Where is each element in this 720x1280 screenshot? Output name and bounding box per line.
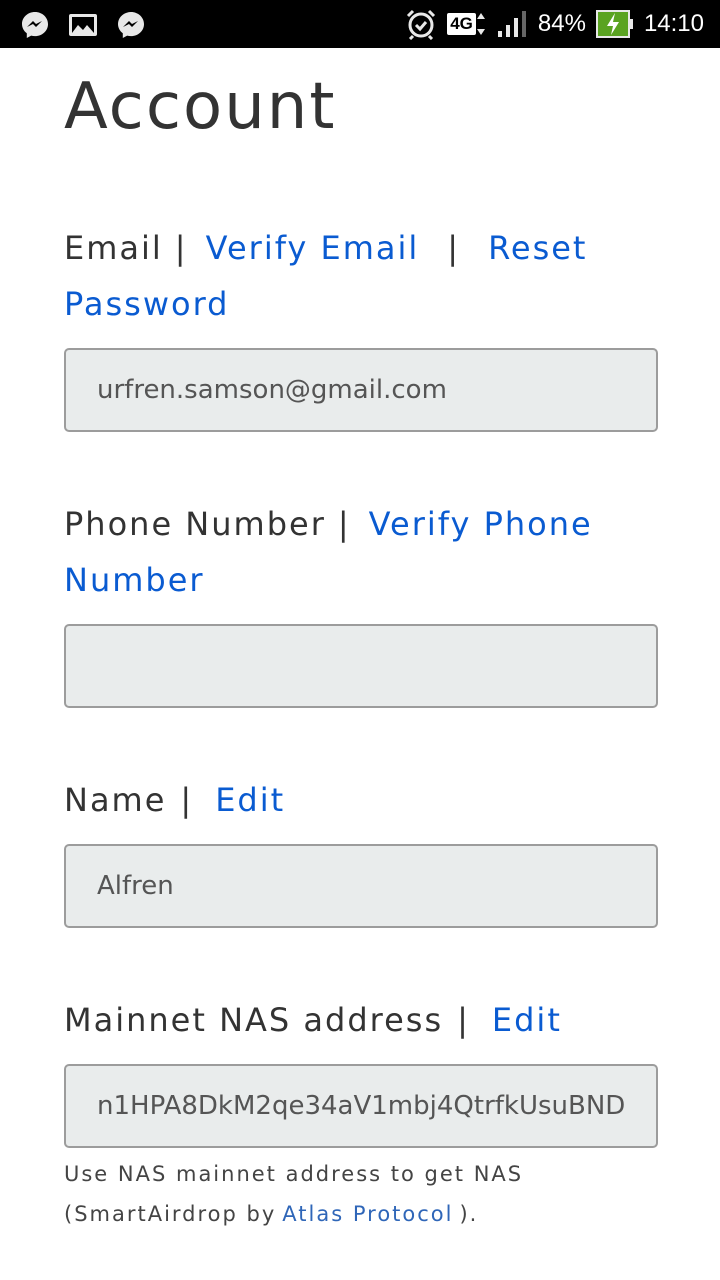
email-label: Email bbox=[64, 229, 163, 267]
help-text-line: Use NAS mainnet address to get NAS bbox=[64, 1162, 524, 1186]
status-bar: 4G 84% 14:10 bbox=[0, 0, 720, 48]
phone-input[interactable] bbox=[66, 626, 657, 706]
phone-label: Phone Number bbox=[64, 505, 326, 543]
signal-icon bbox=[496, 9, 528, 39]
messenger-icon bbox=[116, 10, 146, 40]
phone-label-row: Phone Number | Verify Phone Number bbox=[64, 496, 593, 608]
name-input[interactable] bbox=[66, 846, 657, 926]
nas-address-input[interactable] bbox=[66, 1066, 657, 1146]
nas-address-field[interactable] bbox=[64, 1064, 658, 1148]
help-text-prefix: (SmartAirdrop by bbox=[64, 1202, 277, 1226]
separator: | bbox=[447, 229, 461, 267]
battery-charging-icon bbox=[595, 10, 634, 38]
alarm-icon bbox=[405, 8, 437, 40]
edit-name-link[interactable]: Edit bbox=[215, 781, 285, 819]
email-label-row: Email | Verify Email | Reset Password bbox=[64, 220, 587, 332]
separator: | bbox=[174, 229, 188, 267]
help-text-suffix: ). bbox=[459, 1202, 479, 1226]
clock: 14:10 bbox=[643, 10, 704, 37]
network-type-icon: 4G bbox=[447, 11, 486, 37]
verify-email-link[interactable]: Verify Email bbox=[206, 229, 420, 267]
reset-password-link-text: Password bbox=[64, 285, 230, 323]
phone-field[interactable] bbox=[64, 624, 658, 708]
name-label: Name bbox=[64, 781, 167, 819]
battery-percent: 84% bbox=[537, 10, 586, 37]
nas-help-text: Use NAS mainnet address to get NAS (Smar… bbox=[64, 1154, 523, 1234]
nas-label: Mainnet NAS address bbox=[64, 1001, 444, 1039]
reset-password-link-text: Reset bbox=[488, 229, 588, 267]
separator: | bbox=[457, 1001, 470, 1039]
name-field[interactable] bbox=[64, 844, 658, 928]
verify-phone-link-text: Verify Phone bbox=[368, 505, 593, 543]
page-title: Account bbox=[64, 70, 337, 144]
name-label-row: Name | Edit bbox=[64, 772, 285, 828]
atlas-protocol-link[interactable]: Atlas Protocol bbox=[282, 1202, 453, 1226]
separator: | bbox=[180, 781, 194, 819]
verify-phone-link-text: Number bbox=[64, 561, 205, 599]
separator: | bbox=[337, 505, 351, 543]
messenger-icon bbox=[20, 10, 50, 40]
email-input[interactable] bbox=[66, 350, 657, 430]
gallery-icon bbox=[68, 12, 98, 38]
edit-nas-link[interactable]: Edit bbox=[492, 1001, 562, 1039]
nas-label-row: Mainnet NAS address | Edit bbox=[64, 992, 562, 1048]
email-field[interactable] bbox=[64, 348, 658, 432]
